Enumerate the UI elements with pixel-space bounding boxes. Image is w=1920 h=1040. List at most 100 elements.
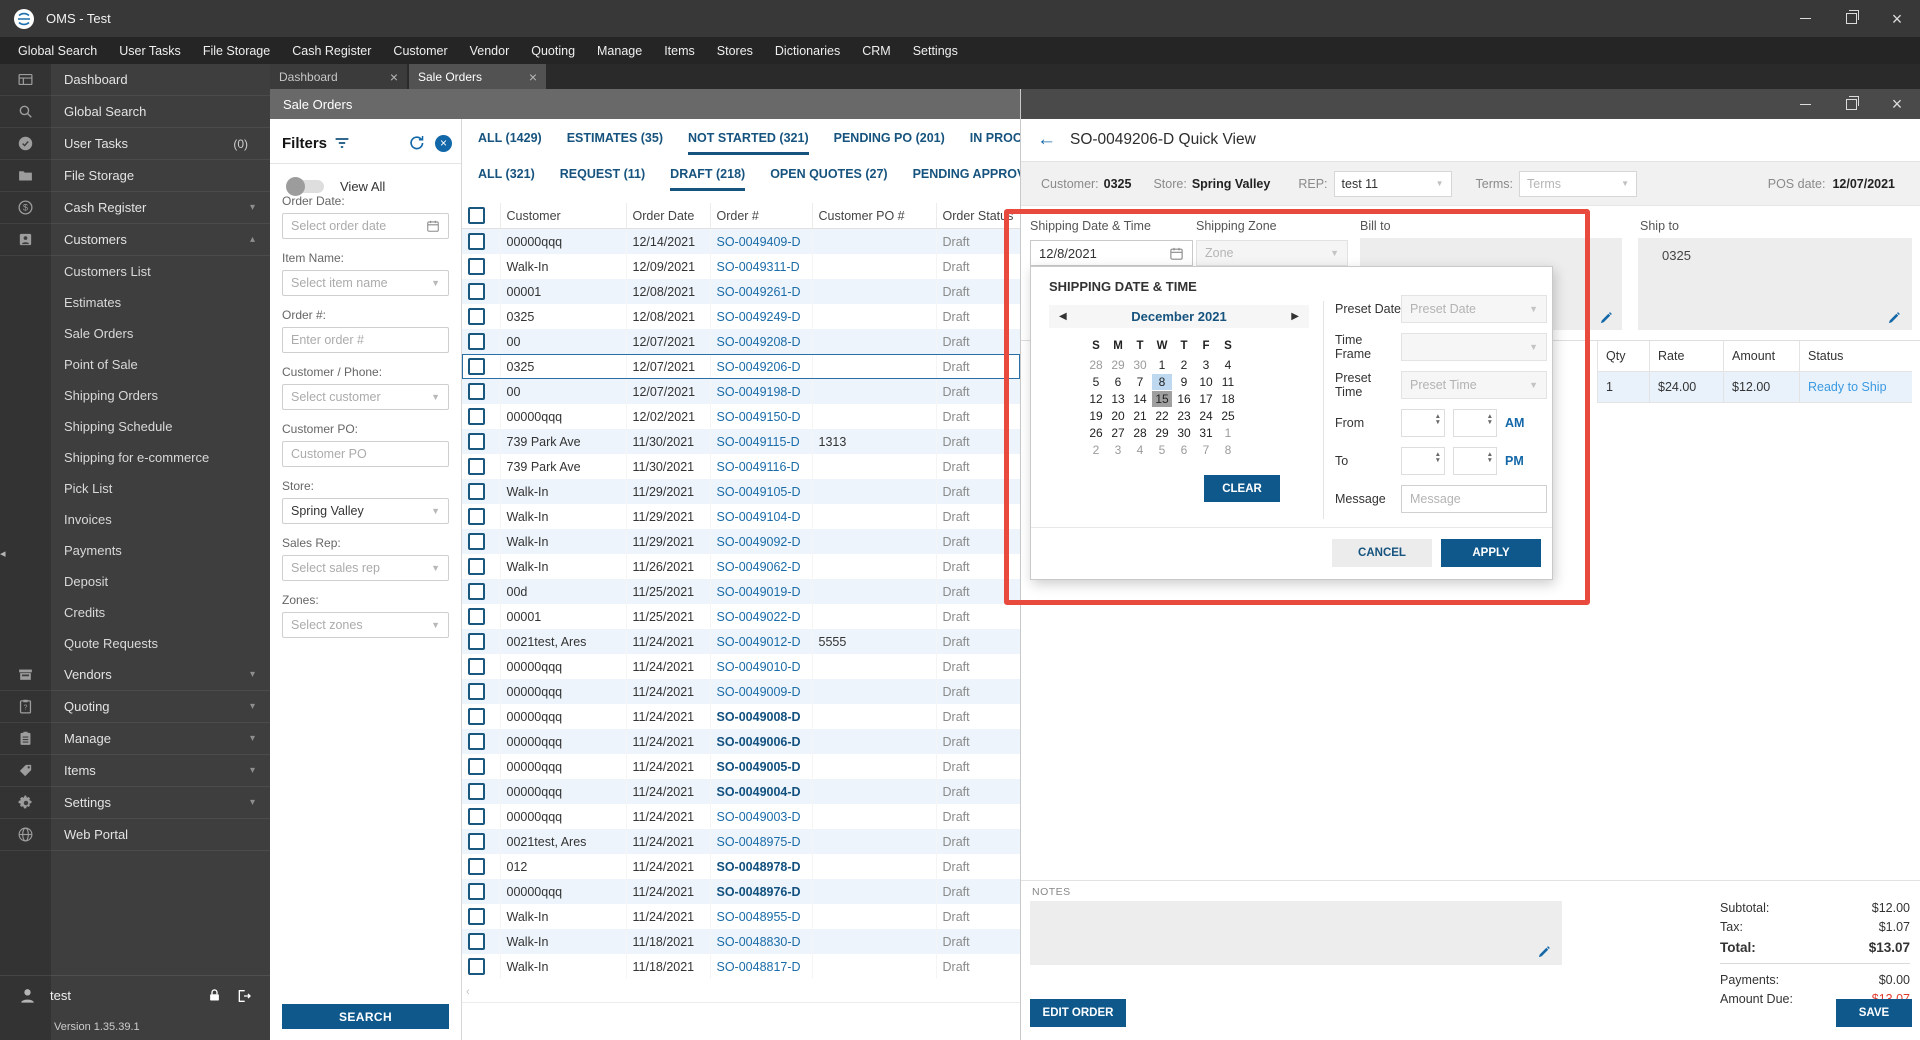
row-checkbox[interactable] (468, 333, 485, 350)
shipping-zone-select[interactable]: Zone ▼ (1196, 240, 1348, 266)
status-tab[interactable]: OPEN QUOTES (27) (770, 167, 887, 191)
order-row[interactable]: 739 Park Ave 11/30/2021 SO-0049116-D Dra… (462, 454, 1020, 479)
order-link[interactable]: SO-0049249-D (717, 310, 801, 324)
item-status-link[interactable]: Ready to Ship (1799, 372, 1912, 402)
calendar-day[interactable]: 30 (1174, 425, 1194, 441)
logout-icon[interactable] (236, 988, 252, 1004)
view-all-toggle[interactable] (286, 177, 324, 196)
row-checkbox[interactable] (468, 833, 485, 850)
sidebar-item-manage[interactable]: Manage ▾ (0, 723, 270, 755)
row-checkbox[interactable] (468, 658, 485, 675)
menu-item[interactable]: Manage (586, 44, 653, 58)
calendar-day[interactable]: 13 (1108, 391, 1128, 407)
order-row[interactable]: Walk-In 11/29/2021 SO-0049104-D Draft (462, 504, 1020, 529)
sidebar-subitem[interactable]: Point of Sale (0, 349, 270, 380)
lock-icon[interactable] (207, 988, 222, 1003)
to-hour-stepper[interactable] (1401, 447, 1445, 475)
calendar-day[interactable]: 4 (1130, 442, 1150, 458)
sidebar-subitem[interactable]: Shipping Orders (0, 380, 270, 411)
calendar-day[interactable]: 10 (1196, 374, 1216, 390)
row-checkbox[interactable] (468, 858, 485, 875)
menu-item[interactable]: Settings (902, 44, 969, 58)
close-icon[interactable] (529, 69, 537, 85)
order-row[interactable]: 00000qqq 11/24/2021 SO-0049010-D Draft (462, 654, 1020, 679)
order-link[interactable]: SO-0049003-D (717, 810, 801, 824)
col-order-date[interactable]: Order Date (626, 203, 711, 229)
filter-input[interactable]: Enter order # ▼ (282, 327, 449, 353)
order-link[interactable]: SO-0048978-D (717, 860, 801, 874)
status-tab[interactable]: DRAFT (218) (670, 167, 746, 191)
close-button[interactable] (1874, 89, 1920, 119)
row-checkbox[interactable] (468, 883, 485, 900)
sidebar-subitem[interactable]: Estimates (0, 287, 270, 318)
row-checkbox[interactable] (468, 933, 485, 950)
order-row[interactable]: Walk-In 11/29/2021 SO-0049092-D Draft (462, 529, 1020, 554)
prev-month-icon[interactable]: ◀ (1059, 311, 1067, 322)
status-tab[interactable]: PENDING APPROVAL (29) (913, 167, 1020, 191)
order-row[interactable]: 739 Park Ave 11/30/2021 SO-0049115-D 131… (462, 429, 1020, 454)
row-checkbox[interactable] (468, 308, 485, 325)
menu-item[interactable]: Global Search (7, 44, 108, 58)
order-row[interactable]: 00000qqq 11/24/2021 SO-0049003-D Draft (462, 804, 1020, 829)
sidebar-item-quoting[interactable]: ? Quoting ▾ (0, 691, 270, 723)
row-checkbox[interactable] (468, 433, 485, 450)
edit-pencil-icon[interactable] (1599, 310, 1614, 325)
status-tab[interactable]: IN PROCESS (47 (970, 131, 1020, 155)
refresh-icon[interactable] (407, 134, 425, 152)
row-checkbox[interactable] (468, 733, 485, 750)
order-link[interactable]: SO-0049116-D (717, 460, 800, 474)
notes-box[interactable] (1030, 901, 1562, 965)
apply-button[interactable]: APPLY (1441, 539, 1541, 567)
row-checkbox[interactable] (468, 633, 485, 650)
order-row[interactable]: 00000qqq 11/24/2021 SO-0049008-D Draft (462, 704, 1020, 729)
status-tab[interactable]: ESTIMATES (35) (567, 131, 663, 155)
shipping-date-input[interactable]: 12/8/2021 (1030, 240, 1193, 266)
order-link[interactable]: SO-0049115-D (717, 435, 800, 449)
calendar-day[interactable]: 20 (1108, 408, 1128, 424)
order-link[interactable]: SO-0048955-D (717, 910, 801, 924)
order-link[interactable]: SO-0048817-D (717, 960, 801, 974)
order-link[interactable]: SO-0049062-D (717, 560, 801, 574)
sidebar-item-dashboard[interactable]: Dashboard (0, 64, 270, 96)
sidebar-subitem[interactable]: Payments (0, 535, 270, 566)
menu-item[interactable]: Items (653, 44, 706, 58)
order-link[interactable]: SO-0049009-D (717, 685, 801, 699)
status-tab[interactable]: ALL (1429) (478, 131, 542, 155)
order-link[interactable]: SO-0049206-D (717, 360, 801, 374)
row-checkbox[interactable] (468, 908, 485, 925)
order-row[interactable]: 00000qqq 11/24/2021 SO-0048976-D Draft (462, 879, 1020, 904)
row-checkbox[interactable] (468, 233, 485, 250)
calendar-day[interactable]: 4 (1218, 357, 1238, 373)
calendar-day[interactable]: 2 (1174, 357, 1194, 373)
calendar-day[interactable]: 6 (1174, 442, 1194, 458)
sidebar-item-web-portal[interactable]: Web Portal (0, 819, 270, 851)
calendar-day[interactable]: 27 (1108, 425, 1128, 441)
order-link[interactable]: SO-0049010-D (717, 660, 801, 674)
order-link[interactable]: SO-0049004-D (717, 785, 801, 799)
rep-select[interactable]: test 11 ▼ (1333, 170, 1452, 197)
to-minute-stepper[interactable] (1453, 447, 1497, 475)
calendar-day[interactable]: 14 (1130, 391, 1150, 407)
menu-item[interactable]: Customer (382, 44, 458, 58)
calendar-day[interactable]: 22 (1152, 408, 1172, 424)
edit-pencil-icon[interactable] (1887, 310, 1902, 325)
calendar-day[interactable]: 7 (1196, 442, 1216, 458)
sidebar-subitem[interactable]: Invoices (0, 504, 270, 535)
status-tab[interactable]: REQUEST (11) (560, 167, 645, 191)
minimize-button[interactable] (1782, 0, 1828, 37)
row-checkbox[interactable] (468, 758, 485, 775)
next-month-icon[interactable]: ▶ (1291, 311, 1299, 322)
filter-input[interactable]: Select order date ▼ (282, 213, 449, 239)
filter-input[interactable]: Select sales rep ▼ (282, 555, 449, 581)
calendar-day[interactable]: 24 (1196, 408, 1216, 424)
col-customer[interactable]: Customer (500, 203, 627, 229)
calendar-day[interactable]: 8 (1152, 373, 1172, 390)
order-row[interactable]: Walk-In 11/26/2021 SO-0049062-D Draft (462, 554, 1020, 579)
order-row[interactable]: Walk-In 11/18/2021 SO-0048830-D Draft (462, 929, 1020, 954)
menu-item[interactable]: Cash Register (281, 44, 382, 58)
calendar-day[interactable]: 29 (1108, 357, 1128, 373)
order-row[interactable]: 00000qqq 11/24/2021 SO-0049009-D Draft (462, 679, 1020, 704)
order-row[interactable]: 00000qqq 11/24/2021 SO-0049006-D Draft (462, 729, 1020, 754)
order-row[interactable]: 0021test, Ares 11/24/2021 SO-0049012-D 5… (462, 629, 1020, 654)
order-link[interactable]: SO-0048830-D (717, 935, 801, 949)
